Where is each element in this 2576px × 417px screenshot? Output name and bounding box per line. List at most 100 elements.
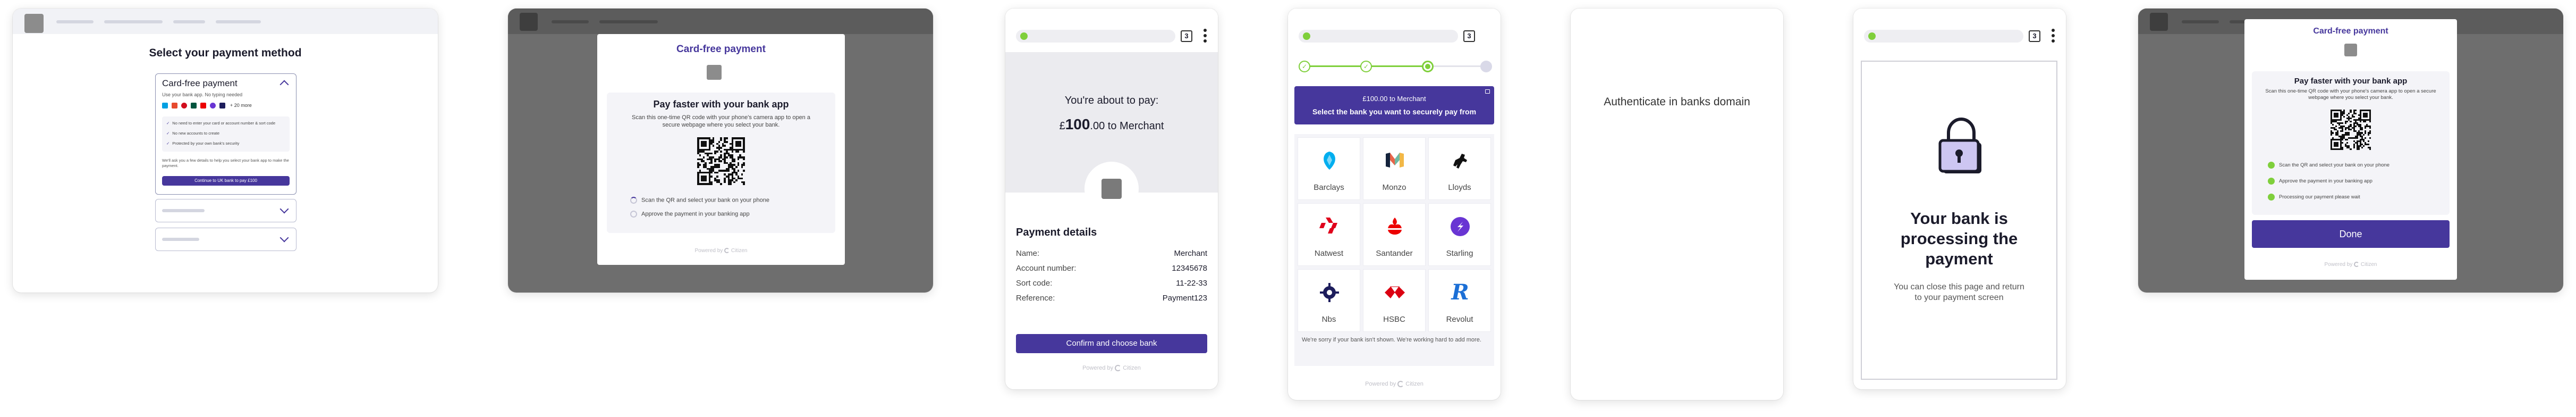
bank-tile-starling[interactable]: Starling — [1428, 203, 1491, 266]
bank-label: Santander — [1376, 249, 1413, 258]
bank-tile-revolut[interactable]: R Revolut — [1428, 269, 1491, 332]
content-frame: Your bank is processing the payment You … — [1861, 61, 2057, 380]
mobile-browser-bar: 3 — [1288, 9, 1501, 44]
lloyds-horse-icon — [1449, 149, 1471, 172]
qr-code[interactable] — [2331, 110, 2371, 150]
modal-title: Card-free payment — [676, 44, 766, 55]
logo-placeholder — [2344, 44, 2357, 56]
brand-logo-icon — [2354, 262, 2360, 268]
natwest-icon — [1318, 215, 1341, 238]
menu-icon[interactable] — [2052, 29, 2055, 45]
authenticate-text: Authenticate in banks domain — [1604, 96, 1750, 108]
bank-logo-icon — [172, 103, 177, 109]
detail-row: Account number: 12345678 — [1016, 264, 1207, 273]
address-bar[interactable] — [1864, 30, 2023, 43]
processing-body: You can close this page and return to yo… — [1894, 282, 2024, 302]
nationwide-icon — [1318, 281, 1341, 304]
brand-logo-icon — [724, 248, 730, 254]
qr-code[interactable] — [697, 137, 745, 185]
option-title: Card-free payment — [162, 78, 238, 88]
logo-placeholder — [2150, 13, 2168, 31]
step-item: Scan the QR and select your bank on your… — [630, 197, 769, 204]
header-line — [2182, 20, 2219, 23]
qr-section: Pay faster with your bank app Scan this … — [2252, 71, 2450, 215]
benefit-item: ✓ No new accounts to create — [166, 131, 220, 136]
footnote: We'll ask you a few details to help you … — [162, 158, 289, 168]
bank-label: Revolut — [1446, 315, 1473, 324]
bank-tile-lloyds[interactable]: Lloyds — [1428, 137, 1491, 200]
step-complete-icon: ✓ — [1360, 61, 1372, 72]
bank-label: Lloyds — [1448, 183, 1471, 192]
panel-qr-modal: Card-free payment Pay faster with your b… — [508, 9, 933, 293]
benefit-item: ✓ Protected by your own bank's security — [166, 141, 240, 146]
panel-processing: 3 Your bank is processing the payment Yo… — [1853, 9, 2066, 389]
powered-by: Powered by Citizen — [2324, 262, 2377, 268]
bank-label: Monzo — [1382, 183, 1406, 192]
bank-label: Starling — [1446, 249, 1473, 258]
logo-placeholder — [24, 14, 44, 33]
header-line — [216, 20, 261, 23]
chevron-down-icon[interactable] — [279, 233, 289, 243]
address-bar[interactable] — [1299, 30, 1458, 43]
bank-select-banner: £100.00 to Merchant Select the bank you … — [1294, 86, 1494, 124]
continue-button[interactable]: Continue to UK bank to pay £100 — [162, 176, 290, 186]
header-line — [104, 20, 163, 23]
processing-heading: Your bank is processing the payment — [1900, 209, 2018, 268]
confirm-bank-button[interactable]: Confirm and choose bank — [1016, 334, 1207, 353]
bank-logo-icon — [200, 103, 206, 109]
logo-placeholder — [520, 13, 538, 31]
chevron-up-icon[interactable] — [279, 80, 289, 89]
missing-bank-note: We're sorry if your bank isn't shown. We… — [1302, 337, 1481, 343]
bank-tile-nbs[interactable]: Nbs — [1298, 269, 1360, 332]
collapsed-option[interactable] — [155, 228, 296, 251]
panel-authenticate: Authenticate in banks domain — [1571, 9, 1783, 400]
panel-select-bank: 3 ✓ ✓ £100.00 to Merchant Select the ban… — [1288, 9, 1501, 400]
modal-title: Card-free payment — [2313, 27, 2388, 36]
panel-qr-complete: Card-free payment Pay faster with your b… — [2138, 9, 2563, 293]
detail-row: Name: Merchant — [1016, 249, 1207, 258]
bank-tile-monzo[interactable]: Monzo — [1363, 137, 1426, 200]
chevron-down-icon[interactable] — [279, 204, 289, 214]
tabs-icon[interactable]: 3 — [1463, 30, 1475, 42]
step-item: Approve the payment in your banking app — [630, 211, 750, 218]
panel-select-payment: Select your payment method Card-free pay… — [13, 9, 438, 293]
secure-dot-icon — [1020, 32, 1028, 40]
bank-tile-santander[interactable]: Santander — [1363, 203, 1426, 266]
page-heading: Select your payment method — [149, 47, 302, 59]
secure-dot-icon — [1303, 32, 1310, 40]
bank-tile-natwest[interactable]: Natwest — [1298, 203, 1360, 266]
barclays-icon — [1318, 149, 1341, 172]
step-complete-icon: ✓ — [1299, 61, 1310, 72]
menu-icon[interactable] — [1204, 29, 1207, 45]
banner-amount: £100.00 to Merchant — [1362, 95, 1426, 103]
placeholder-line — [162, 238, 199, 241]
santander-flame-icon — [1384, 215, 1406, 238]
detail-row: Sort code: 11-22-33 — [1016, 279, 1207, 288]
secure-dot-icon — [1868, 32, 1876, 40]
qr-heading: Pay faster with your bank app — [2294, 77, 2408, 86]
tabs-icon[interactable]: 3 — [1181, 30, 1192, 42]
collapsed-option[interactable] — [155, 199, 296, 222]
overlay-header — [508, 9, 933, 34]
panel-about-to-pay: 3 You're about to pay: £100.00 to Mercha… — [1005, 9, 1218, 389]
step-current-icon — [1422, 61, 1434, 72]
details-title: Payment details — [1016, 227, 1097, 238]
more-banks-label: + 20 more — [230, 103, 252, 108]
starling-icon — [1449, 215, 1471, 238]
bank-label: Nbs — [1321, 315, 1336, 324]
step-pending-icon — [1480, 61, 1492, 72]
done-button[interactable]: Done — [2252, 220, 2450, 248]
pay-label: You're about to pay: — [1064, 95, 1159, 106]
merchant-logo — [1088, 165, 1136, 213]
mobile-browser-bar: 3 — [1005, 9, 1218, 44]
tabs-icon[interactable]: 3 — [2029, 30, 2040, 42]
detail-row: Reference: Payment123 — [1016, 294, 1207, 303]
monzo-icon — [1384, 149, 1406, 172]
address-bar[interactable] — [1016, 30, 1175, 43]
payment-option-card[interactable]: Card-free payment Use your bank app. No … — [155, 73, 296, 195]
bank-logo-icon — [219, 103, 225, 109]
bank-logo-icon — [162, 103, 168, 109]
bank-tile-hsbc[interactable]: HSBC — [1363, 269, 1426, 332]
step-item: Scan the QR and select your bank on your… — [2268, 162, 2389, 169]
bank-tile-barclays[interactable]: Barclays — [1298, 137, 1360, 200]
